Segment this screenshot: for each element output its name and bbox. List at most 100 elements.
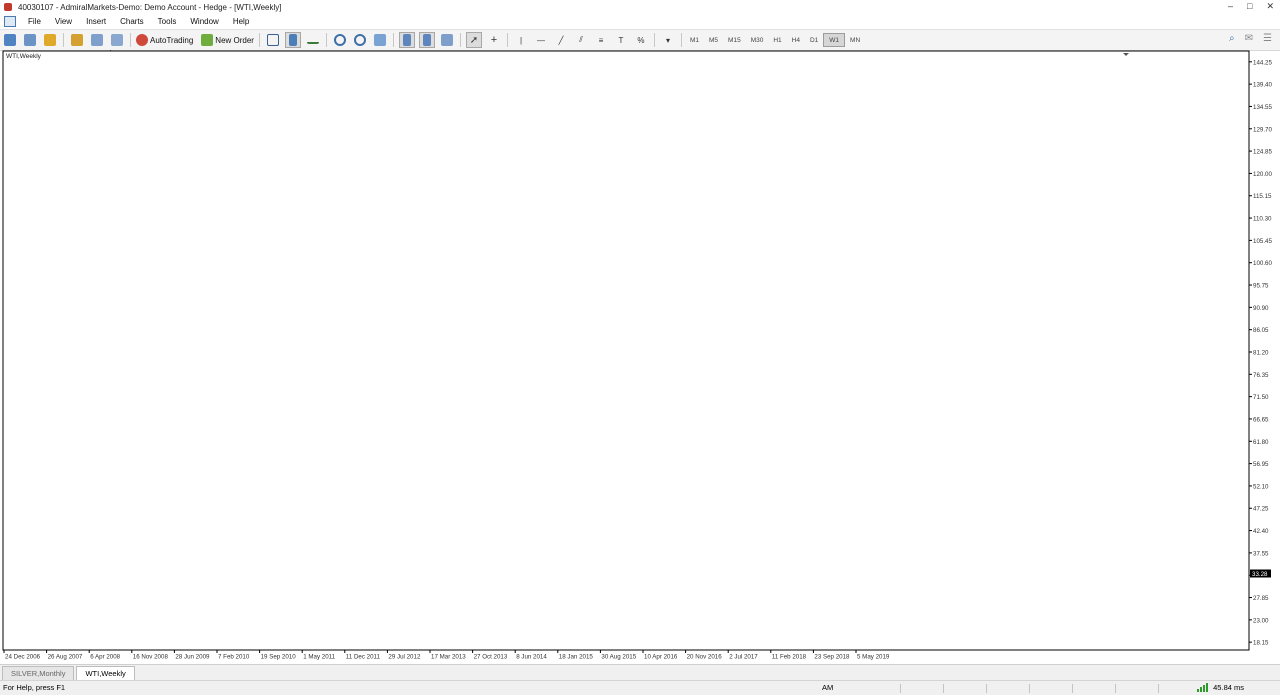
price-tick-label: 144.25	[1253, 59, 1272, 66]
chart-window[interactable]: WTI,Weekly 144.25 139.40 134.55 129.70 124.85…	[0, 50, 1280, 663]
autoscroll-button[interactable]	[398, 32, 415, 48]
price-chart[interactable]: WTI,Weekly 144.25 139.40 134.55 129.70 124.85…	[0, 50, 1280, 663]
date-tick-label: 27 Oct 2013	[474, 654, 508, 661]
timeframe-mn[interactable]: MN	[845, 33, 865, 47]
tile-button[interactable]	[372, 32, 388, 48]
market-watch-button[interactable]	[42, 32, 58, 48]
chart-shift-icon	[422, 34, 431, 46]
line-chart-button[interactable]	[305, 32, 321, 48]
menu-insert[interactable]: Insert	[80, 17, 114, 26]
menu-window[interactable]: Window	[184, 17, 226, 26]
maximize-button[interactable]: □	[1247, 1, 1252, 12]
price-tick-label: 129.70	[1253, 126, 1272, 133]
chart-window-icon[interactable]	[4, 15, 16, 27]
fibonacci-button[interactable]: ≡	[593, 32, 609, 48]
price-tick-label: 115.15	[1253, 193, 1272, 200]
periodicity-button[interactable]: ▾	[660, 32, 676, 48]
app-icon	[4, 3, 12, 11]
date-tick-label: 18 Jan 2015	[559, 654, 594, 661]
date-tick-label: 23 Sep 2018	[814, 654, 850, 661]
terminal-button[interactable]	[89, 32, 105, 48]
date-tick-label: 19 Sep 2010	[261, 654, 297, 661]
toolbar-separator	[325, 33, 327, 47]
price-tick-label: 90.90	[1253, 305, 1269, 312]
crosshair-button[interactable]: +	[486, 32, 502, 48]
minimize-button[interactable]: –	[1228, 1, 1233, 12]
arrows-button[interactable]: %	[633, 32, 649, 48]
autotrading-icon	[136, 34, 148, 46]
price-tick-label: 120.00	[1253, 171, 1272, 178]
menu-view[interactable]: View	[49, 17, 80, 26]
chart-frame	[2, 50, 1250, 651]
tab-wti-weekly[interactable]: WTI,Weekly	[76, 666, 135, 680]
date-tick-label: 10 Apr 2016	[644, 654, 678, 661]
connection-status[interactable]: 45.84 ms	[1197, 683, 1244, 692]
trendline-icon: ╱	[558, 35, 564, 45]
text-button[interactable]: T	[613, 32, 629, 48]
profiles-button[interactable]	[22, 32, 38, 48]
date-tick-label: 1 May 2011	[303, 654, 335, 661]
chart-shift-button[interactable]	[418, 32, 435, 48]
candlestick-button[interactable]	[284, 32, 301, 48]
tab-silver-monthly[interactable]: SILVER,Monthly	[2, 666, 75, 680]
navigator-button[interactable]	[69, 32, 85, 48]
price-tick-label: 76.35	[1253, 372, 1269, 379]
new-order-button[interactable]: New Order	[201, 32, 254, 48]
tile-icon	[373, 34, 386, 46]
account-icon[interactable]: ☰	[1263, 33, 1272, 44]
price-tick-label: 23.00	[1253, 617, 1269, 624]
toolbar-right: ⌕ ✉ ☰	[1229, 33, 1272, 44]
status-help-text: For Help, press F1	[3, 683, 66, 692]
menu-help[interactable]: Help	[227, 17, 257, 26]
date-tick-label: 20 Nov 2016	[687, 654, 723, 661]
bar-chart-button[interactable]	[265, 32, 281, 48]
candlestick-icon	[288, 34, 297, 46]
new-order-label: New Order	[215, 35, 254, 45]
price-tick-label: 47.25	[1253, 506, 1269, 513]
autotrading-button[interactable]: AutoTrading	[136, 32, 193, 48]
tester-button[interactable]	[109, 32, 125, 48]
menu-tools[interactable]: Tools	[152, 17, 185, 26]
date-tick-label: 2 Jul 2017	[729, 654, 758, 661]
date-tick-label: 26 Aug 2007	[48, 654, 83, 661]
timeframe-h4[interactable]: H4	[787, 33, 805, 47]
vertical-line-button[interactable]: |	[513, 32, 529, 48]
timeframe-m5[interactable]: M5	[704, 33, 723, 47]
new-order-icon	[201, 34, 214, 46]
equidistant-channel-button[interactable]: ⫽	[573, 32, 589, 48]
search-icon[interactable]: ⌕	[1229, 33, 1235, 44]
new-chart-button[interactable]	[2, 32, 18, 48]
connection-icon	[1197, 683, 1209, 692]
toolbar-separator	[653, 33, 655, 47]
close-button[interactable]: ✕	[1266, 1, 1274, 12]
price-tick-label: 86.05	[1253, 327, 1269, 334]
autotrading-label: AutoTrading	[150, 35, 194, 45]
timeframe-m1[interactable]: M1	[685, 33, 704, 47]
toolbar-separator	[506, 33, 508, 47]
menu-file[interactable]: File	[22, 17, 49, 26]
timeframe-h1[interactable]: H1	[768, 33, 786, 47]
timeframe-d1[interactable]: D1	[805, 33, 823, 47]
date-tick-label: 29 Jul 2012	[388, 654, 421, 661]
chat-icon[interactable]: ✉	[1245, 33, 1253, 44]
menu-charts[interactable]: Charts	[114, 17, 152, 26]
cursor-button[interactable]: ➚	[465, 32, 482, 48]
window-controls: – □ ✕	[1228, 1, 1274, 12]
status-mode: AM	[822, 683, 834, 692]
date-tick-label: 6 Apr 2008	[90, 654, 120, 661]
indicators-button[interactable]	[439, 32, 455, 48]
price-tick-label: 27.85	[1253, 595, 1269, 602]
timeframe-w1[interactable]: W1	[823, 33, 846, 47]
trendline-button[interactable]: ╱	[553, 32, 569, 48]
horizontal-line-button[interactable]: —	[533, 32, 549, 48]
price-tick-label: 66.65	[1253, 416, 1269, 423]
price-tick-label: 37.55	[1253, 550, 1269, 557]
date-tick-label: 16 Nov 2008	[133, 654, 169, 661]
zoom-out-icon	[353, 34, 366, 46]
zoom-in-button[interactable]	[332, 32, 348, 48]
zoom-out-button[interactable]	[352, 32, 368, 48]
date-tick-label: 30 Aug 2015	[601, 654, 636, 661]
timeframe-m15[interactable]: M15	[723, 33, 746, 47]
timeframe-m30[interactable]: M30	[746, 33, 769, 47]
price-tick-label: 71.50	[1253, 394, 1269, 401]
